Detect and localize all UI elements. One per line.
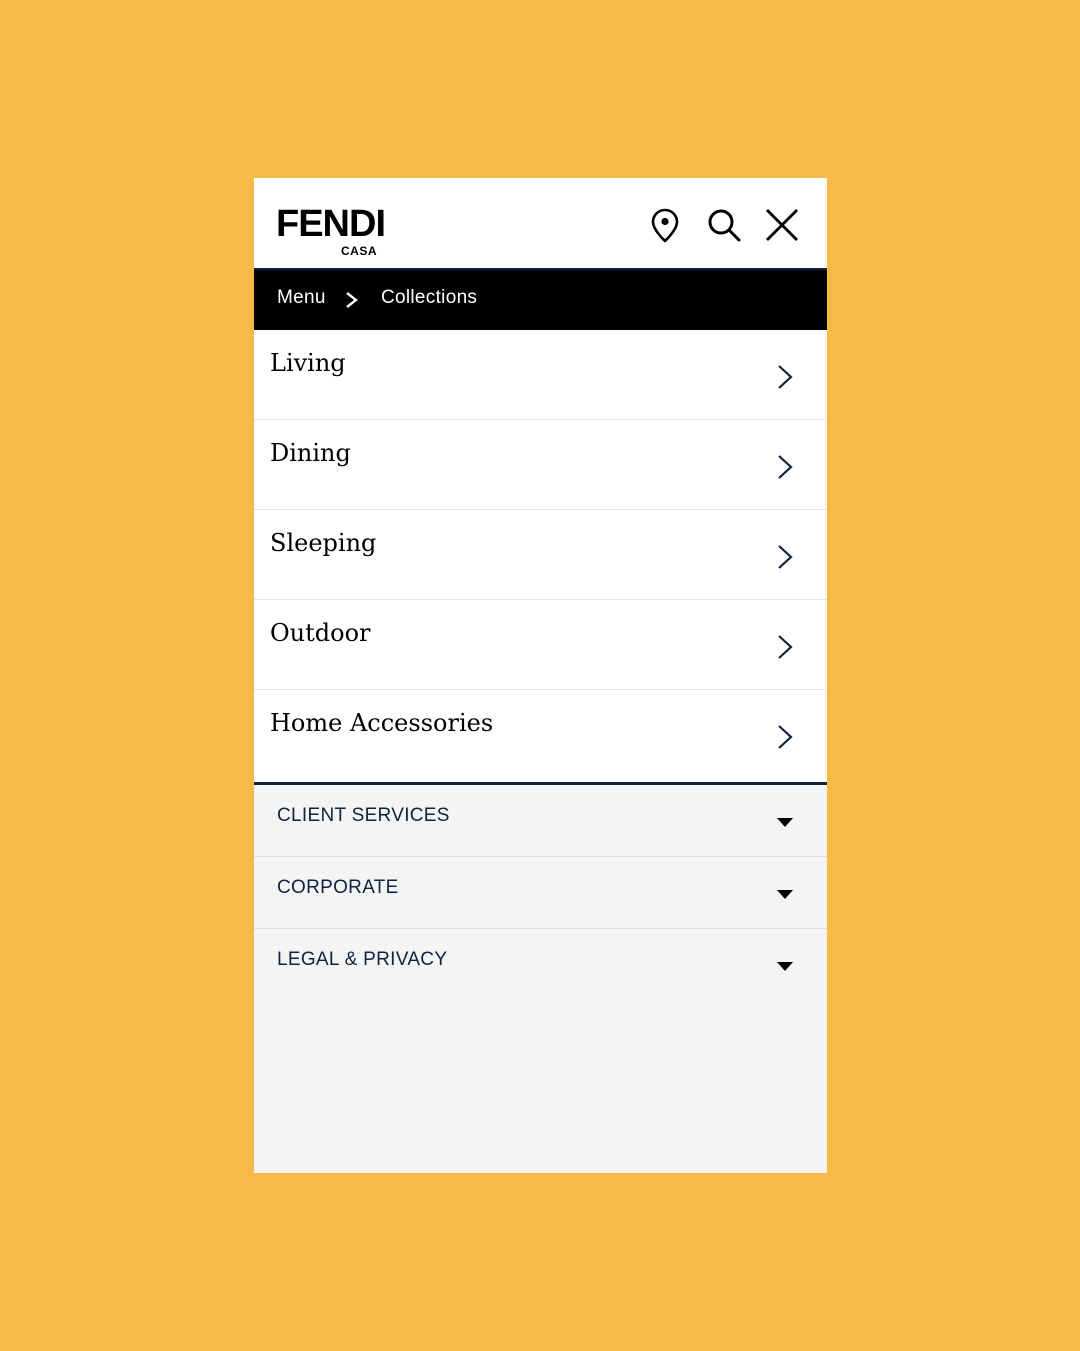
- chevron-right-icon: [778, 545, 793, 569]
- chevron-right-icon: [778, 635, 793, 659]
- header: FENDI CASA: [254, 178, 827, 270]
- search-icon[interactable]: [706, 207, 742, 243]
- accordion-client-services[interactable]: CLIENT SERVICES: [254, 785, 827, 857]
- category-item-home-accessories[interactable]: Home Accessories: [254, 690, 827, 780]
- location-pin-icon[interactable]: [647, 207, 683, 243]
- chevron-right-icon: [778, 725, 793, 749]
- caret-down-icon: [777, 962, 793, 971]
- breadcrumb-menu-link[interactable]: Menu: [277, 287, 326, 309]
- caret-down-icon: [777, 890, 793, 899]
- accordion-legal-privacy[interactable]: LEGAL & PRIVACY: [254, 929, 827, 1000]
- category-label: Living: [270, 349, 346, 377]
- category-list: Living Dining Sleeping Outdoor Home Acce…: [254, 330, 827, 785]
- category-label: Home Accessories: [270, 709, 494, 737]
- logo-subtitle: CASA: [341, 244, 378, 258]
- category-item-outdoor[interactable]: Outdoor: [254, 600, 827, 690]
- mobile-menu-panel: FENDI CASA Menu Collections Living Dinin…: [254, 178, 827, 1173]
- chevron-right-icon: [778, 455, 793, 479]
- footer-accordion: CLIENT SERVICES CORPORATE LEGAL & PRIVAC…: [254, 785, 827, 1000]
- logo-wordmark: FENDI: [276, 203, 386, 245]
- chevron-right-icon: [346, 292, 358, 308]
- breadcrumb: Menu Collections: [254, 270, 827, 330]
- category-label: Outdoor: [270, 619, 371, 647]
- accordion-label: LEGAL & PRIVACY: [277, 949, 448, 970]
- accordion-label: CLIENT SERVICES: [277, 805, 450, 826]
- category-item-sleeping[interactable]: Sleeping: [254, 510, 827, 600]
- caret-down-icon: [777, 818, 793, 827]
- chevron-right-icon: [778, 365, 793, 389]
- category-label: Dining: [270, 439, 351, 467]
- category-item-living[interactable]: Living: [254, 330, 827, 420]
- accordion-corporate[interactable]: CORPORATE: [254, 857, 827, 929]
- close-icon[interactable]: [764, 207, 800, 243]
- category-item-dining[interactable]: Dining: [254, 420, 827, 510]
- fendi-casa-logo[interactable]: FENDI CASA: [276, 204, 396, 260]
- breadcrumb-current: Collections: [381, 287, 478, 308]
- category-label: Sleeping: [270, 529, 377, 557]
- accordion-label: CORPORATE: [277, 877, 399, 898]
